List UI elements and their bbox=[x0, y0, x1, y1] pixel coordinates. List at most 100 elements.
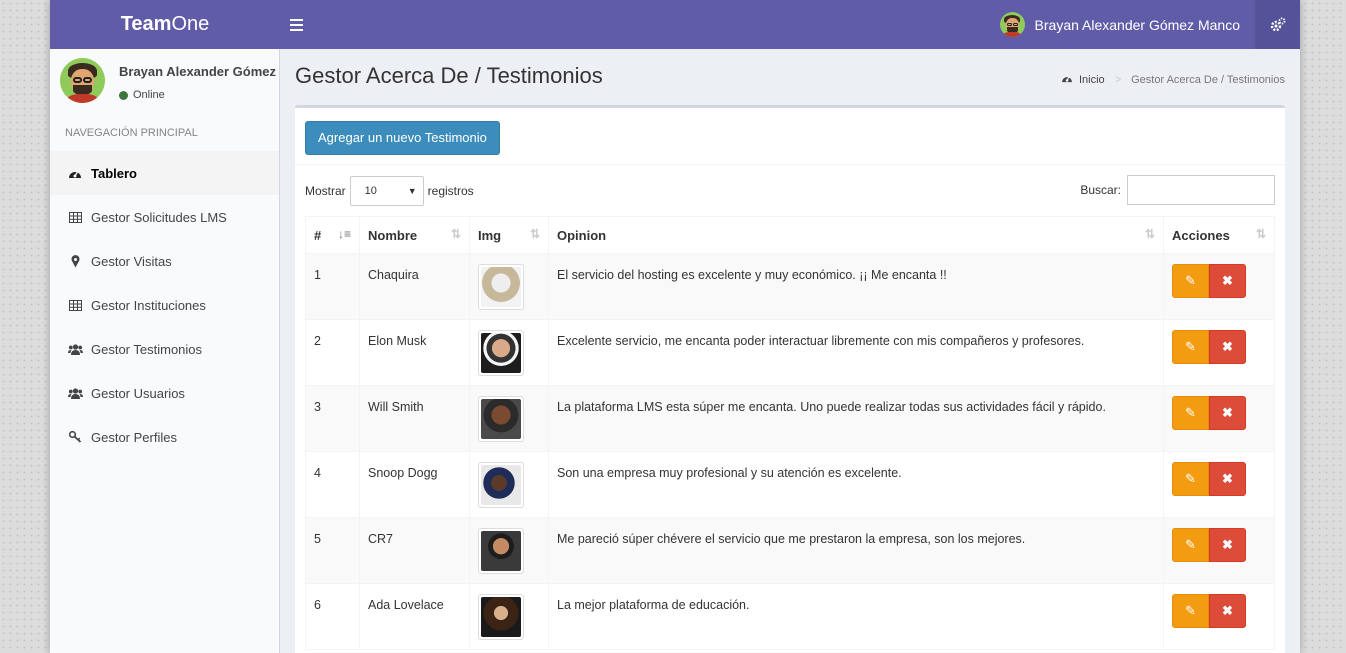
table-row: 1 Chaquira El servicio del hosting es ex… bbox=[305, 253, 1275, 320]
row-id: 3 bbox=[305, 385, 360, 452]
sidebar-toggle-icon[interactable] bbox=[290, 0, 310, 49]
delete-button[interactable]: ✖ bbox=[1209, 264, 1246, 298]
app-logo[interactable]: TeamOne bbox=[50, 0, 280, 49]
sidebar: Brayan Alexander Gómez M Online NAVEGACI… bbox=[50, 49, 280, 653]
pencil-icon: ✎ bbox=[1185, 603, 1196, 618]
add-testimonial-button[interactable]: Agregar un nuevo Testimonio bbox=[305, 121, 500, 155]
sidebar-item-visitas[interactable]: Gestor Visitas bbox=[50, 239, 279, 283]
testimonial-photo bbox=[478, 528, 524, 574]
edit-button[interactable]: ✎ bbox=[1172, 528, 1209, 562]
user-status: Online bbox=[119, 89, 165, 101]
testimonial-photo bbox=[478, 264, 524, 310]
users-icon bbox=[67, 343, 83, 355]
table-controls: Mostrar 10 ▼ registros Buscar: bbox=[295, 165, 1285, 217]
breadcrumb: Inicio > Gestor Acerca De / Testimonios bbox=[1061, 73, 1285, 86]
sort-icon: ⇅ bbox=[529, 227, 540, 241]
nav-header: NAVEGACIÓN PRINCIPAL bbox=[65, 127, 198, 139]
sidebar-item-solicitudes[interactable]: Gestor Solicitudes LMS bbox=[50, 195, 279, 239]
row-name: Ada Lovelace bbox=[359, 583, 470, 650]
row-id: 1 bbox=[305, 253, 360, 320]
caret-down-icon: ▼ bbox=[407, 186, 417, 196]
column-header-img[interactable]: Img ⇅ bbox=[469, 216, 549, 254]
table-row: 3 Will Smith La plataforma LMS esta súpe… bbox=[305, 385, 1275, 452]
pencil-icon: ✎ bbox=[1185, 273, 1196, 288]
row-opinion: Me pareció súper chévere el servicio que… bbox=[548, 517, 1164, 584]
row-name: CR7 bbox=[359, 517, 470, 584]
edit-button[interactable]: ✎ bbox=[1172, 594, 1209, 628]
sort-icon: ⇅ bbox=[1255, 227, 1266, 241]
top-navbar: TeamOne Brayan Alexander Gómez Manco bbox=[50, 0, 1300, 49]
column-header-nombre[interactable]: Nombre ⇅ bbox=[359, 216, 470, 254]
pencil-icon: ✎ bbox=[1185, 537, 1196, 552]
row-name: Elon Musk bbox=[359, 319, 470, 386]
edit-button[interactable]: ✎ bbox=[1172, 330, 1209, 364]
close-icon: ✖ bbox=[1222, 603, 1233, 618]
testimonial-photo bbox=[478, 396, 524, 442]
row-name: Will Smith bbox=[359, 385, 470, 452]
row-name: Snoop Dogg bbox=[359, 451, 470, 518]
search-input[interactable] bbox=[1127, 175, 1275, 205]
breadcrumb-home-link[interactable]: Inicio bbox=[1079, 74, 1105, 86]
table-icon bbox=[67, 299, 83, 311]
row-id: 6 bbox=[305, 583, 360, 650]
user-menu[interactable]: Brayan Alexander Gómez Manco bbox=[999, 0, 1240, 49]
sort-icon: ⇅ bbox=[1144, 227, 1155, 241]
sidebar-item-instituciones[interactable]: Gestor Instituciones bbox=[50, 283, 279, 327]
delete-button[interactable]: ✖ bbox=[1209, 462, 1246, 496]
pencil-icon: ✎ bbox=[1185, 471, 1196, 486]
table-row: 4 Snoop Dogg Son una empresa muy profesi… bbox=[305, 451, 1275, 518]
delete-button[interactable]: ✖ bbox=[1209, 396, 1246, 430]
row-name: Chaquira bbox=[359, 253, 470, 320]
header-user-name: Brayan Alexander Gómez Manco bbox=[1034, 16, 1240, 33]
delete-button[interactable]: ✖ bbox=[1209, 528, 1246, 562]
row-opinion: Excelente servicio, me encanta poder int… bbox=[548, 319, 1164, 386]
row-id: 5 bbox=[305, 517, 360, 584]
sidebar-user-name: Brayan Alexander Gómez M bbox=[119, 64, 279, 79]
testimonials-box: Agregar un nuevo Testimonio Mostrar 10 ▼… bbox=[295, 105, 1285, 653]
edit-button[interactable]: ✎ bbox=[1172, 396, 1209, 430]
dashboard-icon bbox=[1061, 73, 1073, 86]
delete-button[interactable]: ✖ bbox=[1209, 330, 1246, 364]
sidebar-item-perfiles[interactable]: Gestor Perfiles bbox=[50, 415, 279, 459]
pencil-icon: ✎ bbox=[1185, 339, 1196, 354]
edit-button[interactable]: ✎ bbox=[1172, 462, 1209, 496]
delete-button[interactable]: ✖ bbox=[1209, 594, 1246, 628]
table-row: 6 Ada Lovelace La mejor plataforma de ed… bbox=[305, 583, 1275, 650]
table-icon bbox=[67, 211, 83, 223]
user-avatar-small bbox=[999, 12, 1025, 37]
testimonial-photo bbox=[478, 462, 524, 508]
pencil-icon: ✎ bbox=[1185, 405, 1196, 420]
row-id: 2 bbox=[305, 319, 360, 386]
close-icon: ✖ bbox=[1222, 471, 1233, 486]
breadcrumb-current: Gestor Acerca De / Testimonios bbox=[1131, 73, 1285, 86]
table-row: 5 CR7 Me pareció súper chévere el servic… bbox=[305, 517, 1275, 584]
column-header-opinion[interactable]: Opinion ⇅ bbox=[548, 216, 1164, 254]
user-avatar bbox=[60, 58, 105, 103]
edit-button[interactable]: ✎ bbox=[1172, 264, 1209, 298]
online-dot-icon bbox=[119, 90, 128, 100]
column-header-acciones[interactable]: Acciones ⇅ bbox=[1163, 216, 1275, 254]
row-opinion: Son una empresa muy profesional y su ate… bbox=[548, 451, 1164, 518]
sidebar-item-usuarios[interactable]: Gestor Usuarios bbox=[50, 371, 279, 415]
close-icon: ✖ bbox=[1222, 273, 1233, 288]
testimonial-photo bbox=[478, 594, 524, 640]
table-row: 2 Elon Musk Excelente servicio, me encan… bbox=[305, 319, 1275, 386]
testimonial-photo bbox=[478, 330, 524, 376]
sidebar-item-tablero[interactable]: Tablero bbox=[50, 151, 279, 195]
row-opinion: El servicio del hosting es excelente y m… bbox=[548, 253, 1164, 320]
row-opinion: La mejor plataforma de educación. bbox=[548, 583, 1164, 650]
close-icon: ✖ bbox=[1222, 405, 1233, 420]
breadcrumb-separator: > bbox=[1114, 73, 1122, 86]
row-opinion: La plataforma LMS esta súper me encanta.… bbox=[548, 385, 1164, 452]
page-length-select[interactable]: 10 ▼ bbox=[349, 176, 424, 206]
users-icon bbox=[67, 387, 83, 399]
close-icon: ✖ bbox=[1222, 339, 1233, 354]
sort-asc-icon: ↓≡ bbox=[337, 227, 351, 241]
page-title: Gestor Acerca De / Testimonios bbox=[295, 63, 603, 88]
close-icon: ✖ bbox=[1222, 537, 1233, 552]
gears-icon[interactable] bbox=[1255, 0, 1300, 49]
sidebar-item-testimonios[interactable]: Gestor Testimonios bbox=[50, 327, 279, 371]
key-icon bbox=[67, 431, 83, 443]
row-id: 4 bbox=[305, 451, 360, 518]
column-header-id[interactable]: # ↓≡ bbox=[305, 216, 360, 254]
